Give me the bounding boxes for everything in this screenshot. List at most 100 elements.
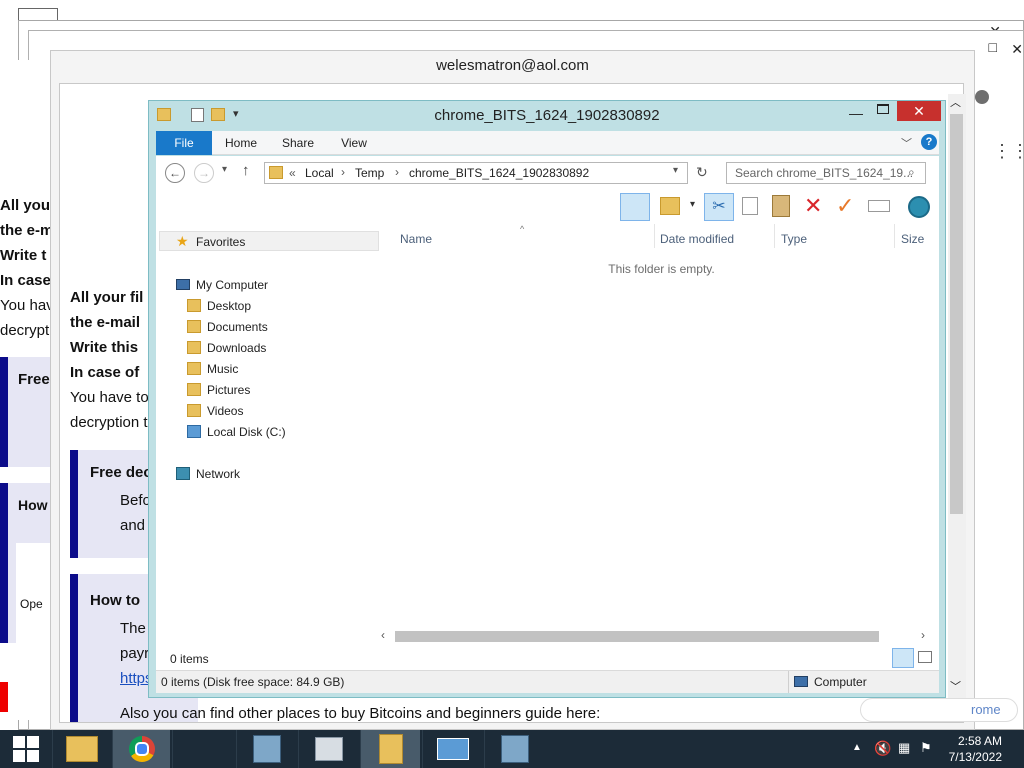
nav-local-disk[interactable]: Local Disk (C:) xyxy=(187,425,286,439)
column-separator[interactable] xyxy=(654,224,655,248)
layout-pane-icon[interactable] xyxy=(620,193,650,221)
scroll-down-icon[interactable]: ﹀ xyxy=(950,678,961,694)
clock-time[interactable]: 2:58 AM xyxy=(958,734,1002,748)
nav-music[interactable]: Music xyxy=(187,362,238,376)
scrollbar-thumb[interactable] xyxy=(950,114,963,514)
nav-documents[interactable]: Documents xyxy=(187,320,268,334)
scroll-up-icon[interactable]: ︿ xyxy=(950,94,961,110)
chevron-right-icon[interactable]: › xyxy=(395,165,399,179)
tab-home[interactable]: Home xyxy=(218,131,264,155)
column-separator[interactable] xyxy=(774,224,775,248)
large-icons-view-icon[interactable] xyxy=(918,651,932,663)
refresh-icon[interactable]: ↻ xyxy=(696,164,708,181)
nav-favorites[interactable]: Favorites xyxy=(196,235,245,249)
nav-label: My Computer xyxy=(196,278,269,292)
nav-label: Downloads xyxy=(207,341,267,355)
copy-icon[interactable] xyxy=(742,197,758,215)
help-icon[interactable]: ? xyxy=(921,134,937,150)
taskbar-installer-2[interactable] xyxy=(484,730,544,768)
tab-file[interactable]: File xyxy=(156,131,212,155)
chrome-pill[interactable]: rome xyxy=(860,698,1018,722)
action-center-icon[interactable]: ⚑ xyxy=(920,740,932,756)
up-button[interactable]: ↑ xyxy=(242,162,250,179)
paste-icon[interactable] xyxy=(772,195,790,217)
search-input[interactable]: Search chrome_BITS_1624_19... xyxy=(726,162,926,184)
show-hidden-icons-icon[interactable]: ▲ xyxy=(852,742,862,753)
nav-downloads[interactable]: Downloads xyxy=(187,341,266,355)
explorer-titlebar: ▾ chrome_BITS_1624_1902830892 — ✕ xyxy=(149,101,945,131)
forward-button[interactable]: → xyxy=(194,163,214,183)
search-icon[interactable]: ⌕ xyxy=(908,165,915,180)
volume-muted-icon[interactable]: 🔇 xyxy=(874,740,891,757)
nav-my-computer[interactable]: My Computer xyxy=(176,278,268,292)
recent-locations-icon[interactable]: ▾ xyxy=(222,164,227,175)
delete-icon[interactable]: ✕ xyxy=(804,194,822,218)
outer-vertical-scrollbar[interactable]: ︿ ﹀ xyxy=(948,94,966,698)
address-dropdown-icon[interactable]: ▾ xyxy=(673,165,678,176)
clock-date[interactable]: 7/13/2022 xyxy=(949,750,1002,764)
taskbar-performance[interactable] xyxy=(298,730,358,768)
column-name[interactable]: Name xyxy=(400,232,432,246)
scroll-left-icon[interactable]: ‹ xyxy=(381,628,385,642)
ribbon-expand-icon[interactable]: ﹀ xyxy=(901,135,912,151)
network-status-icon[interactable]: ▦ xyxy=(898,740,910,756)
explorer-title: chrome_BITS_1624_1902830892 xyxy=(434,107,660,124)
taskbar-app[interactable] xyxy=(422,730,482,768)
nav-pictures[interactable]: Pictures xyxy=(187,383,250,397)
address-overflow[interactable]: « xyxy=(289,166,296,180)
close-icon[interactable]: ✕ xyxy=(1011,41,1023,58)
cut-icon[interactable]: ✂ xyxy=(704,193,734,221)
sort-ascending-icon: ^ xyxy=(520,224,525,234)
ransom-line: The xyxy=(120,620,146,637)
ribbon-tabs: File Home Share View ﹀ ? xyxy=(156,131,939,155)
taskbar-explorer-window[interactable] xyxy=(360,730,420,768)
address-segment[interactable]: chrome_BITS_1624_1902830892 xyxy=(409,166,589,180)
documents-folder-icon xyxy=(187,320,201,333)
address-bar[interactable]: « Local › Temp › chrome_BITS_1624_190283… xyxy=(264,162,688,184)
taskbar-installer[interactable] xyxy=(236,730,296,768)
column-separator[interactable] xyxy=(894,224,895,248)
scrollbar-thumb[interactable] xyxy=(395,631,879,642)
column-size[interactable]: Size xyxy=(901,232,924,246)
tab-share[interactable]: Share xyxy=(276,131,320,155)
start-button[interactable] xyxy=(0,730,52,768)
favorites-row[interactable]: ★ Favorites xyxy=(159,231,379,251)
ransom-line: In case xyxy=(0,272,51,289)
close-button[interactable]: ✕ xyxy=(897,101,941,121)
nav-videos[interactable]: Videos xyxy=(187,404,243,418)
maximize-icon[interactable]: □ xyxy=(989,39,997,55)
network-icon xyxy=(176,467,190,480)
scroll-right-icon[interactable]: › xyxy=(921,628,925,642)
dropdown-icon[interactable]: ▾ xyxy=(690,199,695,210)
move-to-icon[interactable] xyxy=(660,197,680,215)
chevron-right-icon[interactable]: › xyxy=(341,165,345,179)
taskbar-file-explorer[interactable] xyxy=(52,730,110,768)
rename-icon[interactable]: ✓ xyxy=(836,194,854,218)
details-view-icon[interactable] xyxy=(892,648,914,668)
ransom-line: In case of xyxy=(70,364,140,381)
nav-label: Local Disk (C:) xyxy=(207,425,286,439)
nav-desktop[interactable]: Desktop xyxy=(187,299,251,313)
horizontal-scrollbar[interactable]: ‹ › xyxy=(379,628,933,644)
folder-icon xyxy=(378,734,403,764)
tab-view[interactable]: View xyxy=(332,131,376,155)
taskbar-blank[interactable] xyxy=(172,730,234,768)
profile-icon[interactable] xyxy=(975,90,989,104)
email-window-title: welesmatron@aol.com xyxy=(436,57,589,74)
address-segment[interactable]: Local xyxy=(305,166,334,180)
app-window-icon xyxy=(436,738,469,760)
back-button[interactable]: ← xyxy=(165,163,185,183)
minimize-icon[interactable]: — xyxy=(849,105,863,121)
network-globe-icon[interactable] xyxy=(908,196,930,218)
ransom-box-title: How xyxy=(18,497,48,513)
nav-network[interactable]: Network xyxy=(176,467,240,481)
taskbar-chrome[interactable] xyxy=(112,730,170,768)
address-segment[interactable]: Temp xyxy=(355,166,384,180)
maximize-icon[interactable] xyxy=(877,104,889,114)
column-type[interactable]: Type xyxy=(781,232,807,246)
nav-label: Documents xyxy=(207,320,268,334)
properties-icon[interactable] xyxy=(868,200,890,212)
apps-grid-icon[interactable]: ⋮⋮ xyxy=(993,142,1024,160)
ransom-line: payr xyxy=(120,645,150,662)
column-date-modified[interactable]: Date modified xyxy=(660,232,734,246)
